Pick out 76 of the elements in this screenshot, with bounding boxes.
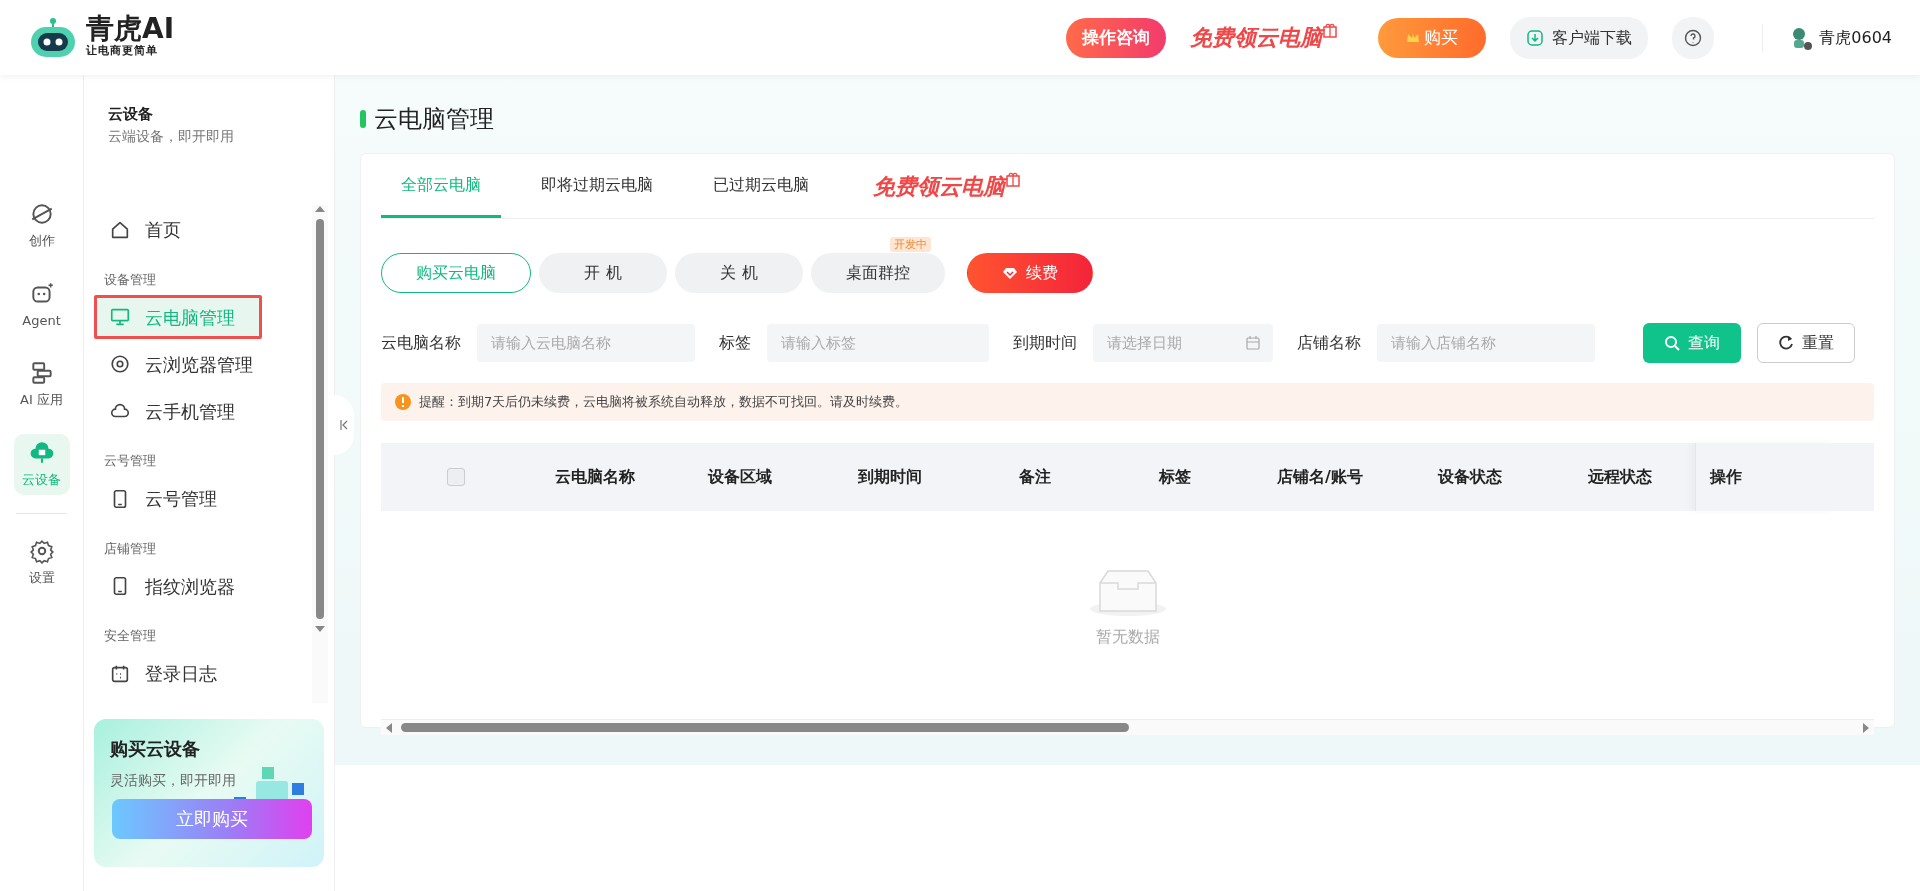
monitor-icon <box>109 306 131 328</box>
column-header: 设备状态 <box>1436 466 1503 488</box>
reset-icon <box>1778 335 1794 351</box>
group-title: 设备管理 <box>104 270 157 289</box>
scroll-up-icon <box>315 204 325 213</box>
sidebar-item[interactable]: 指纹浏览器 <box>94 564 286 608</box>
column-header: 标签 <box>1157 466 1192 488</box>
rail-item[interactable]: 创作 <box>13 195 70 257</box>
column-header: 到期时间 <box>857 466 923 488</box>
promo-link[interactable]: 免费领云电脑 <box>1190 21 1323 54</box>
field-label: 店铺名称 <box>1297 332 1361 354</box>
rail-item[interactable]: AI 应用 <box>13 354 70 416</box>
column-header: 远程状态 <box>1587 466 1653 488</box>
logo-slogan: 让电商更简单 <box>86 44 159 60</box>
sidebar-item[interactable]: 登录日志 <box>94 651 286 696</box>
cloud-icon <box>28 439 55 466</box>
logo-icon <box>28 15 78 60</box>
group-title: 云号管理 <box>104 452 157 470</box>
group-title: 安全管理 <box>104 627 157 645</box>
calendar-icon <box>1245 335 1261 351</box>
column-header: 操作 <box>1695 443 1835 511</box>
notice-text: 提醒：到期7天后仍未续费，云电脑将被系统自动释放，数据不可找回。请及时续费。 <box>419 393 909 412</box>
field-label: 标签 <box>719 332 751 354</box>
scroll-right-icon <box>1862 722 1870 733</box>
reset-button[interactable]: 重置 <box>1757 323 1855 363</box>
column-header: 设备区域 <box>706 466 773 488</box>
diamond-icon <box>1002 266 1018 280</box>
sidebar-item[interactable]: 云号管理 <box>94 476 286 521</box>
sidebar-item[interactable]: 云手机管理 <box>94 389 286 433</box>
action-button[interactable]: 续费 <box>967 253 1093 293</box>
input-field[interactable]: 请输入云电脑名称 <box>477 324 695 362</box>
promo-text: 灵活购买，即开即用 <box>110 770 237 790</box>
empty-box-icon <box>1087 567 1168 617</box>
scrollbar[interactable] <box>312 204 328 703</box>
action-button[interactable]: 桌面群控 <box>811 253 945 293</box>
info-icon <box>395 394 411 410</box>
page-title: 云电脑管理 <box>374 104 494 135</box>
horizontal-scrollbar[interactable] <box>381 719 1874 735</box>
status-badge: 开发中 <box>890 237 931 253</box>
scroll-left-icon <box>385 722 393 733</box>
sidebar-item[interactable]: 云浏览器管理 <box>94 342 286 386</box>
input-field[interactable]: 请输入标签 <box>767 324 989 362</box>
settings-icon <box>28 538 55 564</box>
empty-text: 暂无数据 <box>1095 626 1160 648</box>
title-marker <box>360 110 366 128</box>
select-all-checkbox[interactable] <box>447 468 465 486</box>
browser-icon <box>109 353 131 375</box>
date-field[interactable]: 请选择日期 <box>1093 324 1273 362</box>
column-header: 店铺名/账号 <box>1276 466 1364 488</box>
column-header: 备注 <box>1018 466 1052 488</box>
logo-title: 青虎AI <box>86 15 175 44</box>
help-button[interactable] <box>1672 16 1715 59</box>
promo-title: 购买云设备 <box>110 736 201 761</box>
rail-item[interactable]: 设置 <box>13 532 70 594</box>
search-icon <box>1664 335 1680 351</box>
group-title: 店铺管理 <box>104 539 157 558</box>
action-button[interactable]: 开 机 <box>539 253 667 293</box>
tab[interactable]: 已过期云电脑 <box>693 154 829 218</box>
sidebar-title: 云设备 <box>108 104 154 125</box>
help-icon <box>1684 28 1703 47</box>
crown-icon <box>1406 31 1421 44</box>
rail-item[interactable]: Agent <box>13 274 70 336</box>
action-button[interactable]: 关 机 <box>675 253 803 293</box>
collapse-icon <box>340 420 348 430</box>
tab[interactable]: 即将过期云电脑 <box>521 154 673 218</box>
download-button[interactable]: 客户端下载 <box>1510 16 1649 59</box>
collapse-handle[interactable] <box>334 395 354 455</box>
user-name[interactable]: 青虎0604 <box>1819 25 1892 50</box>
field-label: 云电脑名称 <box>381 332 461 354</box>
sidebar-item[interactable]: 首页 <box>94 207 286 252</box>
field-label: 到期时间 <box>1013 332 1077 354</box>
column-header: 云电脑名称 <box>554 466 636 488</box>
sidebar-subtitle: 云端设备，即开即用 <box>108 126 235 146</box>
download-icon <box>1526 28 1545 47</box>
input-field[interactable]: 请输入店铺名称 <box>1377 324 1595 362</box>
scroll-down-icon <box>315 624 325 633</box>
